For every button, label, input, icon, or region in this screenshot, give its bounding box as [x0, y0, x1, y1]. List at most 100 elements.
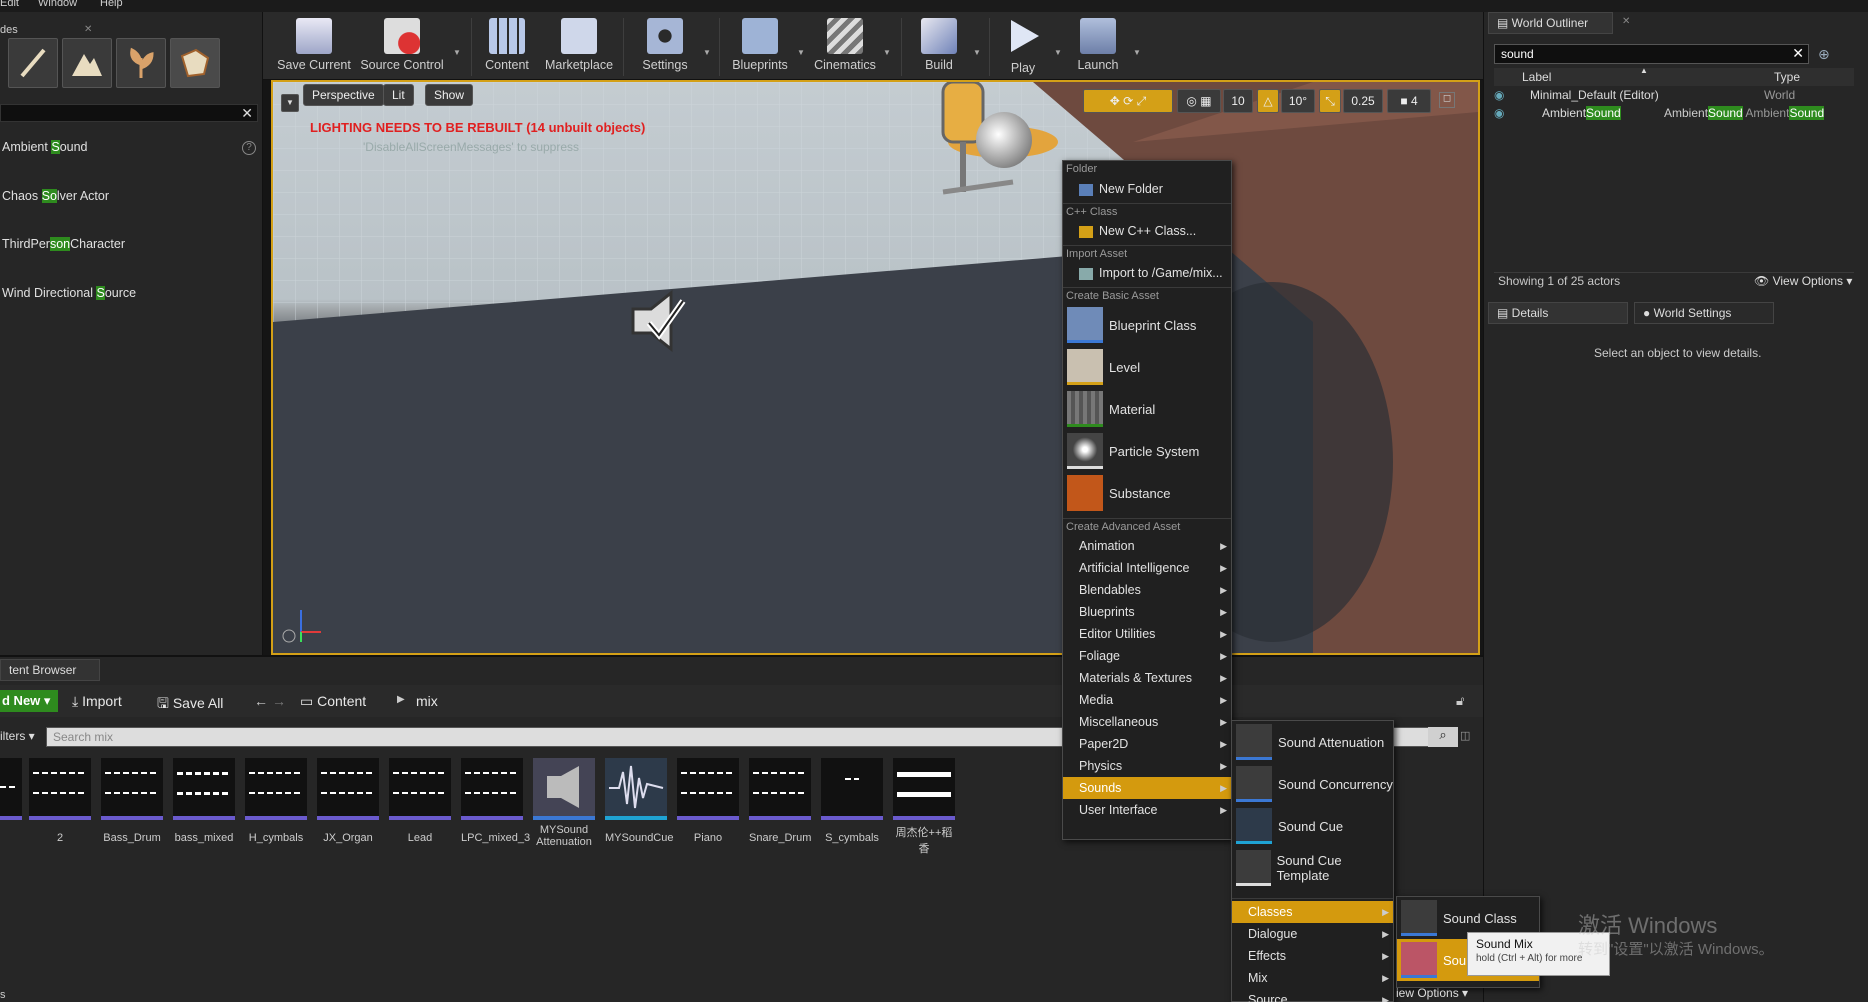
menu-material[interactable]: Material: [1063, 388, 1231, 430]
clear-search-icon[interactable]: ✕: [1792, 45, 1804, 62]
menu-level[interactable]: Level: [1063, 346, 1231, 388]
landscape-mode-icon[interactable]: [62, 38, 112, 88]
asset-tile[interactable]: Lead: [389, 758, 451, 844]
save-all-button[interactable]: 🖫 Save All: [157, 693, 223, 717]
rotation-snap-value[interactable]: 10°: [1281, 89, 1315, 113]
close-icon[interactable]: ✕: [1622, 16, 1630, 27]
build-button[interactable]: Build: [907, 18, 971, 80]
lit-button[interactable]: Lit: [383, 84, 414, 106]
scale-snap-value[interactable]: 0.25: [1343, 89, 1383, 113]
transform-tools[interactable]: ✥ ⟳ ⤢: [1083, 89, 1173, 113]
asset-tile[interactable]: Bass_Drum: [101, 758, 163, 844]
rotation-snap-icon[interactable]: △: [1257, 89, 1279, 113]
world-settings-tab[interactable]: ● World Settings: [1634, 302, 1774, 324]
label-column-header[interactable]: Label: [1522, 70, 1551, 84]
place-item-ambient-sound[interactable]: Ambient Sound: [2, 140, 88, 158]
asset-tile[interactable]: 周杰伦++稻香: [893, 758, 955, 856]
scale-snap-icon[interactable]: ⤡: [1319, 89, 1341, 113]
menu-media[interactable]: Media ▶: [1063, 689, 1231, 711]
level-viewport[interactable]: ▼ Perspective Lit Show LIGHTING NEEDS TO…: [271, 80, 1480, 655]
menu-sound-cue[interactable]: Sound Cue: [1232, 805, 1393, 847]
build-dropdown-icon[interactable]: ▼: [973, 48, 981, 57]
menu-help[interactable]: Help: [100, 0, 123, 9]
menu-paper2d[interactable]: Paper2D ▶: [1063, 733, 1231, 755]
menu-foliage[interactable]: Foliage ▶: [1063, 645, 1231, 667]
menu-sound-concurrency[interactable]: Sound Concurrency: [1232, 763, 1393, 805]
close-icon[interactable]: ✕: [84, 24, 92, 35]
menu-classes[interactable]: Classes ▶: [1232, 901, 1393, 923]
menu-dialogue[interactable]: Dialogue ▶: [1232, 923, 1393, 945]
add-new-button[interactable]: d New ▾: [0, 690, 58, 712]
menu-new-folder[interactable]: New Folder: [1063, 178, 1231, 200]
menu-import-to[interactable]: Import to /Game/mix...: [1063, 262, 1231, 284]
launch-button[interactable]: Launch: [1065, 18, 1131, 80]
grid-snap-value[interactable]: 10: [1223, 89, 1253, 113]
path-content[interactable]: ▭ Content: [300, 693, 366, 710]
menu-physics[interactable]: Physics ▶: [1063, 755, 1231, 777]
menu-effects[interactable]: Effects ▶: [1232, 945, 1393, 967]
save-search-icon[interactable]: ◫: [1460, 729, 1470, 742]
menu-window[interactable]: Window: [38, 0, 77, 9]
launch-dropdown-icon[interactable]: ▼: [1133, 48, 1141, 57]
asset-tile[interactable]: MYSound Attenuation: [533, 758, 595, 848]
menu-sounds[interactable]: Sounds ▶: [1063, 777, 1231, 799]
asset-tile-partial[interactable]: [0, 758, 22, 820]
blueprints-button[interactable]: Blueprints: [725, 18, 795, 80]
asset-tile[interactable]: Piano: [677, 758, 739, 844]
menu-source[interactable]: Source ▶: [1232, 989, 1393, 1002]
menu-blueprints[interactable]: Blueprints ▶: [1063, 601, 1231, 623]
asset-tile[interactable]: bass_mixed: [173, 758, 235, 844]
place-item-wind-source[interactable]: Wind Directional Source: [2, 286, 136, 304]
forward-icon[interactable]: →: [272, 693, 286, 709]
viewport-options-dropdown[interactable]: ▼: [281, 94, 299, 112]
outliner-row-world[interactable]: ◉ Minimal_Default (Editor) World: [1494, 88, 1854, 106]
menu-new-cpp-class[interactable]: New C++ Class...: [1063, 220, 1231, 242]
show-button[interactable]: Show: [425, 84, 474, 106]
source-control-button[interactable]: Source Control: [355, 18, 449, 80]
filters-button[interactable]: ilters ▾: [0, 729, 35, 743]
save-current-button[interactable]: Save Current: [269, 18, 359, 80]
sort-icon[interactable]: ▲: [1640, 66, 1648, 75]
add-filter-icon[interactable]: ⊕: [1818, 46, 1830, 63]
menu-user-interface[interactable]: User Interface ▶: [1063, 799, 1231, 821]
world-outliner-tab[interactable]: ▤ World Outliner: [1488, 12, 1613, 34]
asset-tile[interactable]: LPC_mixed_3: [461, 758, 530, 844]
asset-tile[interactable]: 2: [29, 758, 91, 844]
menu-animation[interactable]: Animation ▶: [1063, 535, 1231, 557]
path-mix[interactable]: mix: [416, 693, 438, 709]
asset-tile[interactable]: H_cymbals: [245, 758, 307, 844]
marketplace-button[interactable]: Marketplace: [541, 18, 617, 80]
import-button[interactable]: ⤓ Import: [72, 693, 122, 710]
menu-sound-cue-template[interactable]: Sound Cue Template: [1232, 847, 1393, 889]
asset-tile[interactable]: MYSoundCue: [605, 758, 674, 844]
view-options-button[interactable]: 👁 View Options ▾: [1754, 274, 1852, 288]
eye-icon[interactable]: ◉: [1494, 88, 1504, 102]
foliage-mode-icon[interactable]: [116, 38, 166, 88]
menu-miscellaneous[interactable]: Miscellaneous ▶: [1063, 711, 1231, 733]
search-icon[interactable]: ⌕: [1428, 727, 1458, 747]
menu-mix[interactable]: Mix ▶: [1232, 967, 1393, 989]
camera-speed-value[interactable]: ■ 4: [1387, 89, 1431, 113]
menu-blendables[interactable]: Blendables ▶: [1063, 579, 1231, 601]
perspective-button[interactable]: Perspective: [303, 84, 384, 106]
content-button[interactable]: Content: [477, 18, 537, 80]
menu-sound-attenuation[interactable]: Sound Attenuation: [1232, 721, 1393, 763]
menu-editor-utilities[interactable]: Editor Utilities ▶: [1063, 623, 1231, 645]
menu-blueprint-class[interactable]: Blueprint Class: [1063, 304, 1231, 346]
place-search-input[interactable]: ✕: [0, 104, 258, 122]
asset-tile[interactable]: S_cymbals: [821, 758, 883, 844]
settings-dropdown-icon[interactable]: ▼: [703, 48, 711, 57]
asset-tile[interactable]: JX_Organ: [317, 758, 379, 844]
lock-icon[interactable]: 🔓︎: [1456, 693, 1464, 709]
source-control-dropdown-icon[interactable]: ▼: [453, 48, 461, 57]
help-icon[interactable]: ?: [242, 141, 256, 155]
details-tab[interactable]: ▤ Details: [1488, 302, 1628, 324]
asset-tile[interactable]: Snare_Drum: [749, 758, 811, 844]
cinematics-dropdown-icon[interactable]: ▼: [883, 48, 891, 57]
menu-edit[interactable]: Edit: [0, 0, 19, 9]
eye-icon[interactable]: ◉: [1494, 106, 1504, 120]
surface-snapping-icon[interactable]: ◎ ▦: [1177, 89, 1221, 113]
place-mode-icon[interactable]: [8, 38, 58, 88]
back-icon[interactable]: ←: [254, 693, 268, 709]
outliner-search-input[interactable]: sound ✕: [1494, 44, 1809, 64]
